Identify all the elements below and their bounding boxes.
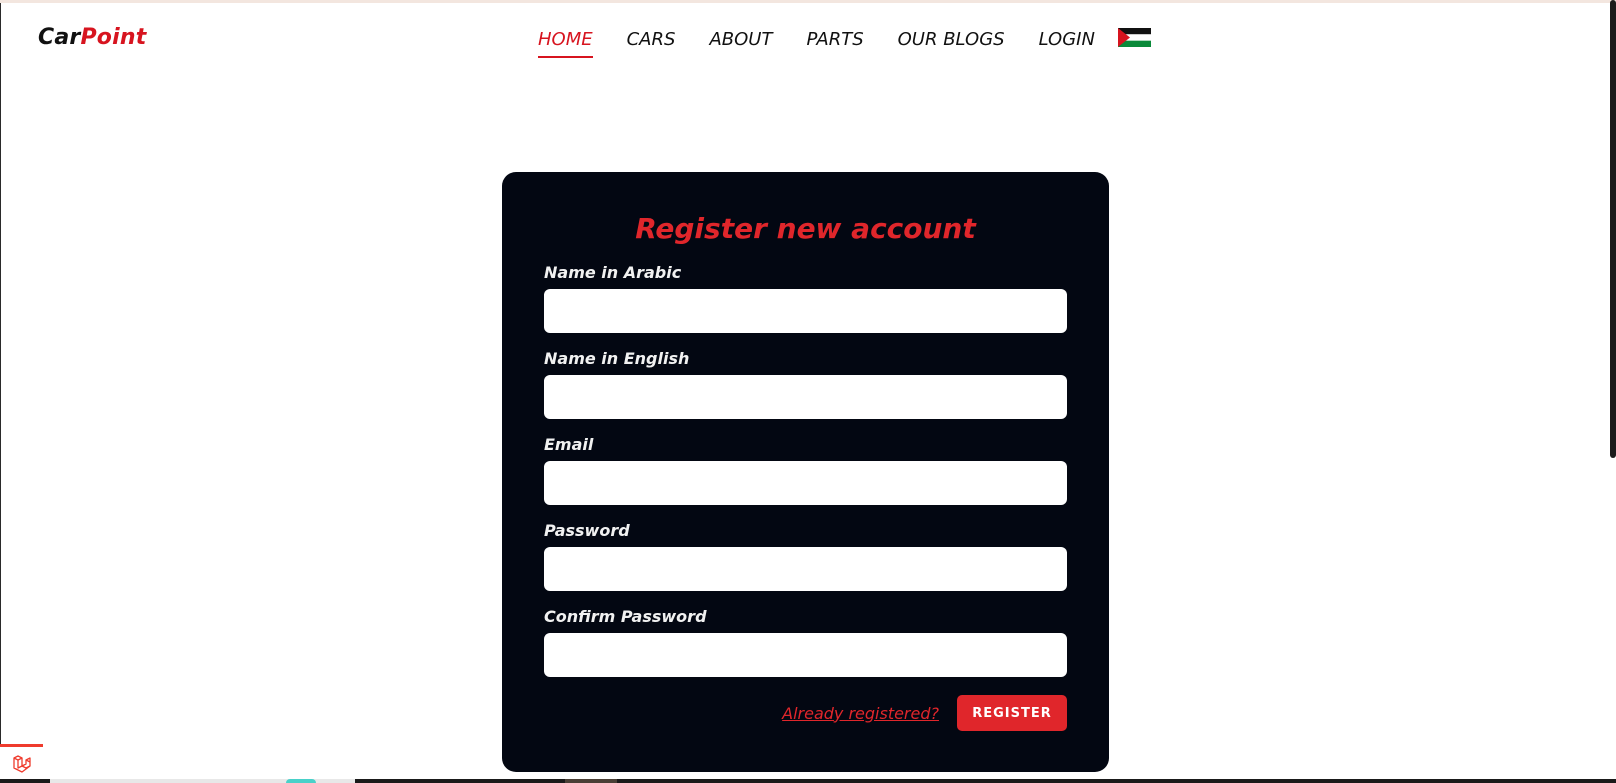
password-input[interactable] xyxy=(544,547,1067,591)
laravel-icon xyxy=(13,755,31,773)
debugbar-toggle[interactable] xyxy=(0,744,43,779)
field-name-arabic: Name in Arabic xyxy=(544,263,1067,333)
nav-item-login[interactable]: LOGIN xyxy=(1039,29,1095,58)
nav-item-cars[interactable]: CARS xyxy=(627,29,676,58)
nav-item-about[interactable]: ABOUT xyxy=(709,29,772,58)
palestine-flag-icon[interactable] xyxy=(1118,28,1151,47)
register-title: Register new account xyxy=(635,212,976,245)
name-arabic-input[interactable] xyxy=(544,289,1067,333)
bottom-strip-segment xyxy=(565,779,617,783)
already-registered-link[interactable]: Already registered? xyxy=(782,704,939,723)
nav-item-parts[interactable]: PARTS xyxy=(806,29,863,58)
confirm-password-label: Confirm Password xyxy=(544,607,707,626)
field-email: Email xyxy=(544,435,1067,505)
form-footer: Already registered? REGISTER xyxy=(544,695,1067,731)
field-password: Password xyxy=(544,521,1067,591)
bottom-strip xyxy=(0,779,1616,783)
email-label: Email xyxy=(544,435,594,454)
navbar: CarPoint HOME CARS ABOUT PARTS OUR BLOGS… xyxy=(0,3,1616,79)
nav-item-our-blogs[interactable]: OUR BLOGS xyxy=(898,29,1005,58)
brand-logo-part2: Point xyxy=(80,25,147,50)
left-border xyxy=(0,3,1,779)
name-english-label: Name in English xyxy=(544,349,690,368)
register-button[interactable]: REGISTER xyxy=(957,695,1067,731)
password-label: Password xyxy=(544,521,630,540)
bottom-strip-segment xyxy=(286,779,316,783)
register-card: Register new account Name in Arabic Name… xyxy=(502,172,1109,772)
field-confirm-password: Confirm Password xyxy=(544,607,1067,677)
name-english-input[interactable] xyxy=(544,375,1067,419)
email-input[interactable] xyxy=(544,461,1067,505)
nav-item-home[interactable]: HOME xyxy=(538,29,593,58)
confirm-password-input[interactable] xyxy=(544,633,1067,677)
field-name-english: Name in English xyxy=(544,349,1067,419)
main-nav: HOME CARS ABOUT PARTS OUR BLOGS LOGIN xyxy=(538,29,1129,58)
brand-logo[interactable]: CarPoint xyxy=(38,25,146,50)
name-arabic-label: Name in Arabic xyxy=(544,263,682,282)
brand-logo-part1: Car xyxy=(38,25,81,50)
